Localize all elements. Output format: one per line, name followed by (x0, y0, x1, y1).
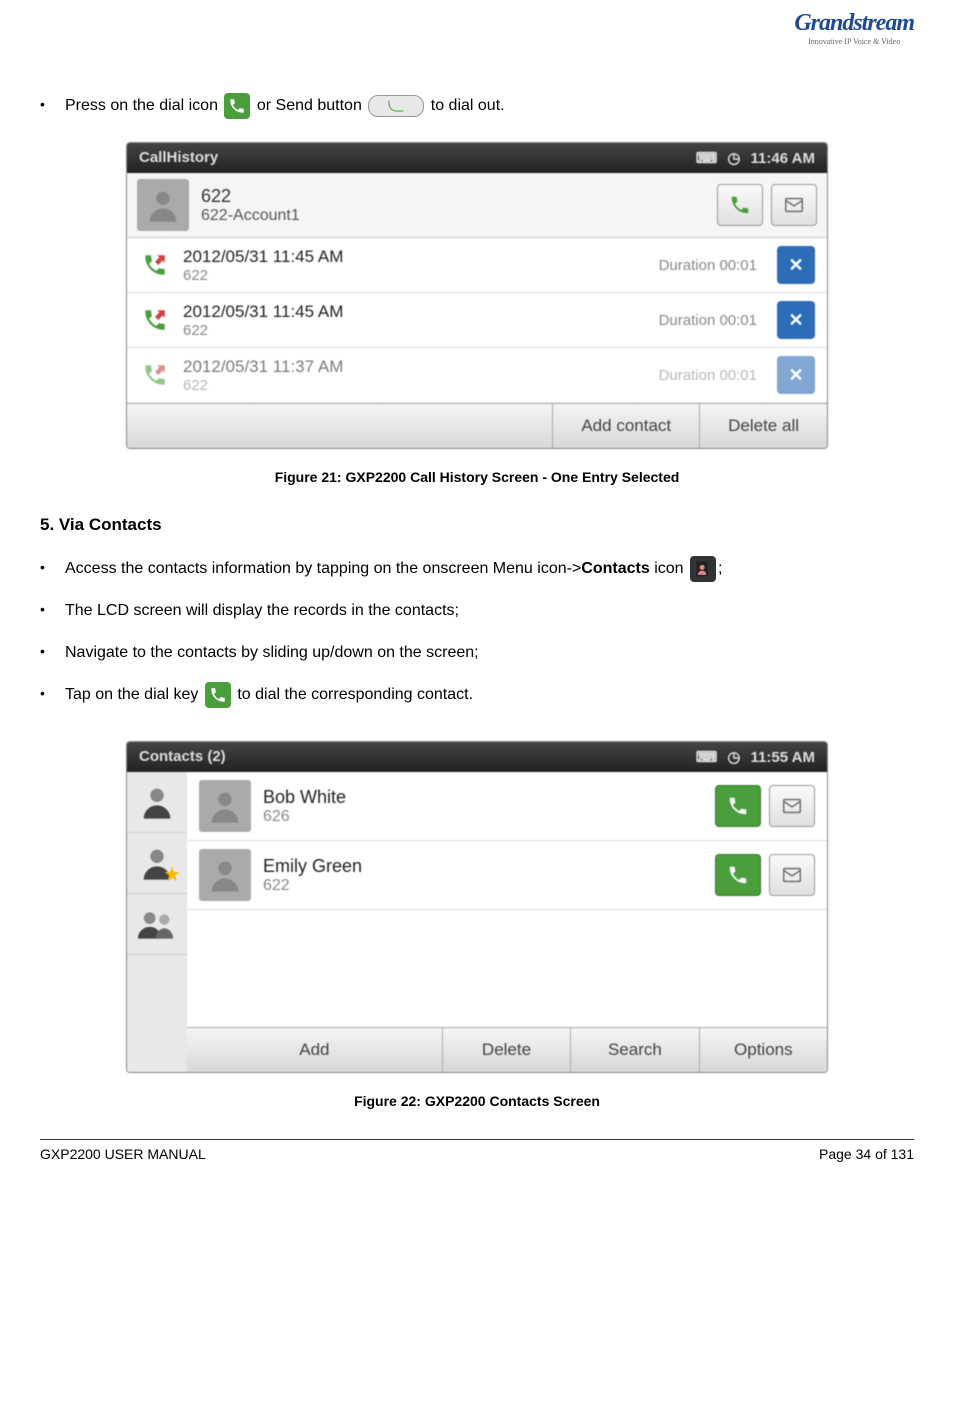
figure-22-screenshot: Contacts (2) ⌨ ◷ 11:55 AM ★ (126, 741, 828, 1073)
delete-button[interactable]: Delete (442, 1028, 570, 1072)
call-duration: Duration 00:01 (659, 312, 757, 329)
avatar-icon (199, 780, 251, 832)
keyboard-icon: ⌨ (696, 748, 718, 766)
dial-icon (224, 93, 250, 119)
selected-entry: 622 622-Account1 (127, 173, 827, 238)
figure-22-caption: Figure 22: GXP2200 Contacts Screen (40, 1093, 914, 1109)
call-history-row[interactable]: 2012/05/31 11:45 AM 622 Duration 00:01 ✕ (127, 293, 827, 348)
contacts-side-tabs: ★ (127, 772, 187, 1072)
figure-21-caption: Figure 21: GXP2200 Call History Screen -… (40, 469, 914, 485)
text-fragment: Access the contacts information by tappi… (65, 560, 581, 577)
call-button[interactable] (715, 854, 761, 896)
options-button[interactable]: Options (699, 1028, 827, 1072)
delete-all-button[interactable]: Delete all (699, 404, 827, 448)
contact-number: 622 (263, 877, 715, 895)
text-fragment: icon (650, 560, 688, 577)
star-icon: ★ (163, 862, 181, 887)
footer-page: Page 34 of 131 (819, 1146, 914, 1162)
dial-icon (205, 682, 231, 708)
status-bar: CallHistory ⌨ ◷ 11:46 AM (127, 143, 827, 173)
logo-tagline: Innovative IP Voice & Video (794, 37, 914, 46)
call-number: 622 (183, 377, 659, 394)
figure-21-screenshot: CallHistory ⌨ ◷ 11:46 AM 622 622-Account… (126, 142, 828, 449)
keyboard-icon: ⌨ (696, 149, 718, 167)
message-button[interactable] (769, 785, 815, 827)
delete-entry-button[interactable]: ✕ (777, 356, 815, 394)
clock-icon: ◷ (727, 748, 740, 766)
outgoing-call-icon (139, 359, 171, 391)
call-date: 2012/05/31 11:37 AM (183, 357, 659, 377)
clock-icon: ◷ (727, 149, 740, 167)
text-fragment: to dial out. (431, 97, 505, 114)
call-button[interactable] (715, 785, 761, 827)
outgoing-call-icon (139, 249, 171, 281)
contact-name: Bob White (263, 787, 715, 808)
status-time: 11:46 AM (751, 150, 815, 167)
contact-name: Emily Green (263, 856, 715, 877)
brand-logo: Grandstream Innovative IP Voice & Video (794, 10, 914, 46)
contacts-icon (690, 556, 716, 582)
bottom-toolbar: Add Delete Search Options (187, 1027, 827, 1072)
call-duration: Duration 00:01 (659, 257, 757, 274)
text-fragment: ; (718, 560, 722, 577)
app-title: Contacts (2) (139, 748, 226, 766)
contact-number: 626 (263, 808, 715, 826)
app-title: CallHistory (139, 149, 218, 167)
delete-entry-button[interactable]: ✕ (777, 246, 815, 284)
bottom-toolbar: Add contact Delete all (127, 403, 827, 448)
avatar-icon (199, 849, 251, 901)
bullet-tap-dial: Tap on the dial key to dial the correspo… (40, 679, 914, 711)
outgoing-call-icon (139, 304, 171, 336)
call-history-row[interactable]: 2012/05/31 11:45 AM 622 Duration 00:01 ✕ (127, 238, 827, 293)
text-fragment: or Send button (257, 97, 366, 114)
selected-account: 622-Account1 (201, 207, 717, 225)
add-contact-button[interactable]: Add contact (552, 404, 699, 448)
text-fragment: Press on the dial icon (65, 97, 222, 114)
text-bold: Contacts (581, 560, 649, 577)
search-button[interactable]: Search (570, 1028, 698, 1072)
bullet-lcd-display: The LCD screen will display the records … (40, 595, 914, 627)
text-fragment: Tap on the dial key (65, 686, 203, 703)
logo-text: Grandstream (794, 10, 914, 37)
contact-row[interactable]: Emily Green 622 (187, 841, 827, 910)
bullet-access-contacts: Access the contacts information by tappi… (40, 553, 914, 585)
status-bar: Contacts (2) ⌨ ◷ 11:55 AM (127, 742, 827, 772)
call-date: 2012/05/31 11:45 AM (183, 247, 659, 267)
call-number: 622 (183, 322, 659, 339)
message-button[interactable] (769, 854, 815, 896)
call-button[interactable] (717, 184, 763, 226)
call-duration: Duration 00:01 (659, 367, 757, 384)
status-time: 11:55 AM (751, 749, 815, 766)
call-history-row[interactable]: 2012/05/31 11:37 AM 622 Duration 00:01 ✕ (127, 348, 827, 403)
bullet-navigate: Navigate to the contacts by sliding up/d… (40, 637, 914, 669)
selected-number: 622 (201, 186, 717, 207)
footer-title: GXP2200 USER MANUAL (40, 1146, 206, 1162)
delete-entry-button[interactable]: ✕ (777, 301, 815, 339)
tab-favorites[interactable]: ★ (127, 833, 187, 894)
call-number: 622 (183, 267, 659, 284)
add-button[interactable]: Add (187, 1028, 442, 1072)
page-footer: GXP2200 USER MANUAL Page 34 of 131 (40, 1139, 914, 1162)
contact-row[interactable]: Bob White 626 (187, 772, 827, 841)
tab-all-contacts[interactable] (127, 772, 187, 833)
tab-groups[interactable] (127, 894, 187, 955)
section-5-heading: 5. Via Contacts (40, 515, 914, 535)
message-button[interactable] (771, 184, 817, 226)
avatar-icon (137, 179, 189, 231)
call-date: 2012/05/31 11:45 AM (183, 302, 659, 322)
bullet-dial-out: Press on the dial icon or Send button to… (40, 90, 914, 122)
send-button-icon (368, 95, 424, 117)
text-fragment: to dial the corresponding contact. (237, 686, 473, 703)
